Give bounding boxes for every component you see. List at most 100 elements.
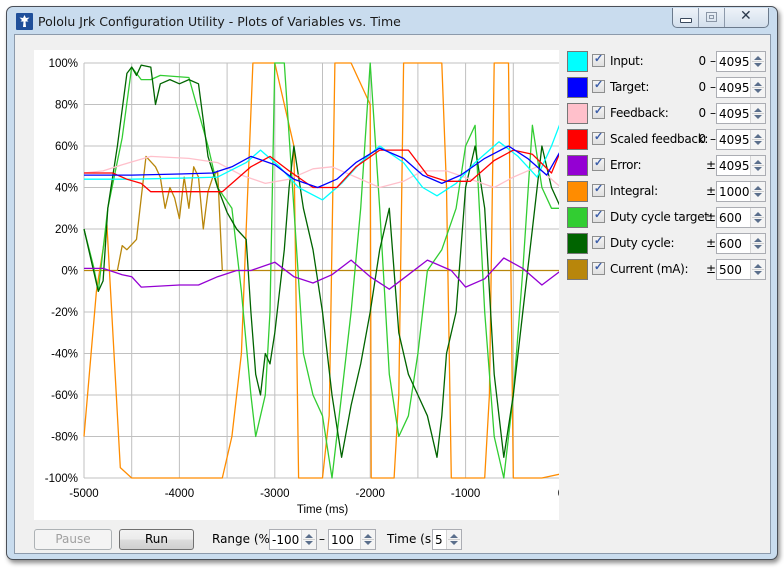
y-tick-label: 40% bbox=[55, 183, 78, 195]
visibility-checkbox[interactable] bbox=[592, 156, 605, 171]
scale-spinner[interactable] bbox=[750, 130, 765, 149]
scale-spinner[interactable] bbox=[750, 234, 765, 253]
range-prefix: ± bbox=[705, 158, 716, 172]
pololu-logo-icon bbox=[16, 13, 33, 30]
scale-spinner[interactable] bbox=[750, 52, 765, 71]
spin-down-icon bbox=[754, 219, 762, 223]
y-tick-label: 60% bbox=[55, 141, 78, 153]
visibility-checkbox[interactable] bbox=[592, 130, 605, 145]
visibility-checkbox[interactable] bbox=[592, 182, 605, 197]
variable-label: Feedback: bbox=[610, 106, 669, 120]
scale-input[interactable]: 600 bbox=[716, 233, 766, 254]
time-value: 5 bbox=[435, 533, 443, 547]
color-swatch[interactable] bbox=[567, 51, 588, 72]
scale-spinner[interactable] bbox=[750, 260, 765, 279]
scale-input[interactable]: 4095 bbox=[716, 155, 766, 176]
color-swatch[interactable] bbox=[567, 103, 588, 124]
scale-value: 4095 bbox=[719, 159, 750, 173]
pause-button[interactable]: Pause bbox=[34, 529, 112, 550]
scale-input[interactable]: 4095 bbox=[716, 51, 766, 72]
scale-value: 4095 bbox=[719, 81, 750, 95]
scale-input[interactable]: 600 bbox=[716, 207, 766, 228]
visibility-checkbox[interactable] bbox=[592, 208, 605, 223]
y-tick-label: 20% bbox=[55, 224, 78, 236]
color-swatch[interactable] bbox=[567, 207, 588, 228]
range-min-value: -100 bbox=[272, 533, 300, 547]
visibility-checkbox[interactable] bbox=[592, 260, 605, 275]
spin-down-icon bbox=[754, 141, 762, 145]
scale-spinner[interactable] bbox=[750, 156, 765, 175]
maximize-button[interactable] bbox=[698, 8, 724, 27]
y-tick-label: 100% bbox=[49, 58, 78, 70]
range-max-input[interactable]: 100 bbox=[328, 529, 376, 550]
spin-up-icon bbox=[754, 82, 762, 86]
spin-down-icon bbox=[754, 89, 762, 93]
spin-down-icon bbox=[754, 167, 762, 171]
range-prefix: 0 – bbox=[698, 106, 716, 120]
range-min-input[interactable]: -100 bbox=[269, 529, 317, 550]
scale-spinner[interactable] bbox=[750, 104, 765, 123]
scale-input[interactable]: 4095 bbox=[716, 129, 766, 150]
color-swatch[interactable] bbox=[567, 181, 588, 202]
spin-down-icon bbox=[754, 63, 762, 67]
visibility-checkbox[interactable] bbox=[592, 104, 605, 119]
run-button[interactable]: Run bbox=[119, 529, 194, 550]
close-icon: ✕ bbox=[740, 8, 752, 24]
time-spinner[interactable] bbox=[446, 530, 461, 549]
x-tick-label: -1000 bbox=[451, 488, 480, 500]
scale-input[interactable]: 500 bbox=[716, 259, 766, 280]
color-swatch[interactable] bbox=[567, 129, 588, 150]
spin-down-icon bbox=[754, 245, 762, 249]
scale-input[interactable]: 4095 bbox=[716, 77, 766, 98]
legend-row-scaled-feedback: Scaled feedback:0 –4095 bbox=[559, 128, 774, 152]
range-max-spinner[interactable] bbox=[360, 530, 375, 549]
spin-up-icon bbox=[754, 134, 762, 138]
spin-down-icon bbox=[364, 541, 372, 545]
spin-up-icon bbox=[754, 56, 762, 60]
scale-value: 4095 bbox=[719, 55, 750, 69]
color-swatch[interactable] bbox=[567, 155, 588, 176]
variable-label: Input: bbox=[610, 54, 644, 68]
plot-panel: 100% 80% 60% 40% 20% 0% -20% -40% -60% -80% -100% -… bbox=[34, 50, 559, 520]
scale-spinner[interactable] bbox=[750, 182, 765, 201]
minimize-button[interactable] bbox=[673, 8, 698, 27]
variable-label: Error: bbox=[610, 158, 642, 172]
minimize-icon bbox=[680, 18, 692, 23]
legend-row-current: Current (mA): ±500 bbox=[559, 258, 774, 282]
spin-up-icon bbox=[754, 212, 762, 216]
visibility-checkbox[interactable] bbox=[592, 234, 605, 249]
y-tick-label: -60% bbox=[51, 390, 78, 402]
y-tick-label: 80% bbox=[55, 100, 78, 112]
title-bar[interactable]: Pololu Jrk Configuration Utility - Plots… bbox=[7, 7, 777, 34]
spin-up-icon bbox=[754, 238, 762, 242]
spin-up-icon bbox=[754, 264, 762, 268]
maximize-icon bbox=[706, 12, 717, 22]
range-prefix: ± bbox=[705, 236, 716, 250]
x-tick-label: -4000 bbox=[165, 488, 194, 500]
app-window: Pololu Jrk Configuration Utility - Plots… bbox=[6, 6, 778, 560]
scale-spinner[interactable] bbox=[750, 78, 765, 97]
range-prefix: 0 – bbox=[698, 80, 716, 94]
range-prefix: 0 – bbox=[698, 54, 716, 68]
scale-value: 1000 bbox=[719, 185, 750, 199]
spin-up-icon bbox=[450, 534, 458, 538]
visibility-checkbox[interactable] bbox=[592, 78, 605, 93]
time-input[interactable]: 5 bbox=[432, 529, 462, 550]
legend-row-duty-cycle: Duty cycle: ±600 bbox=[559, 232, 774, 256]
spin-down-icon bbox=[305, 541, 313, 545]
color-swatch[interactable] bbox=[567, 233, 588, 254]
legend-row-feedback: Feedback: 0 –4095 bbox=[559, 102, 774, 126]
client-area: 100% 80% 60% 40% 20% 0% -20% -40% -60% -80% -100% -… bbox=[14, 34, 771, 554]
range-min-spinner[interactable] bbox=[301, 530, 316, 549]
color-swatch[interactable] bbox=[567, 259, 588, 280]
legend-row-input: Input: 0 –4095 bbox=[559, 50, 774, 74]
color-swatch[interactable] bbox=[567, 77, 588, 98]
variables-vs-time-chart: 100% 80% 60% 40% 20% 0% -20% -40% -60% -80% -100% -… bbox=[45, 58, 559, 516]
spin-down-icon bbox=[754, 115, 762, 119]
visibility-checkbox[interactable] bbox=[592, 52, 605, 67]
x-tick-label: 0 bbox=[558, 488, 559, 500]
scale-spinner[interactable] bbox=[750, 208, 765, 227]
scale-input[interactable]: 4095 bbox=[716, 103, 766, 124]
close-button[interactable]: ✕ bbox=[724, 8, 768, 27]
scale-input[interactable]: 1000 bbox=[716, 181, 766, 202]
